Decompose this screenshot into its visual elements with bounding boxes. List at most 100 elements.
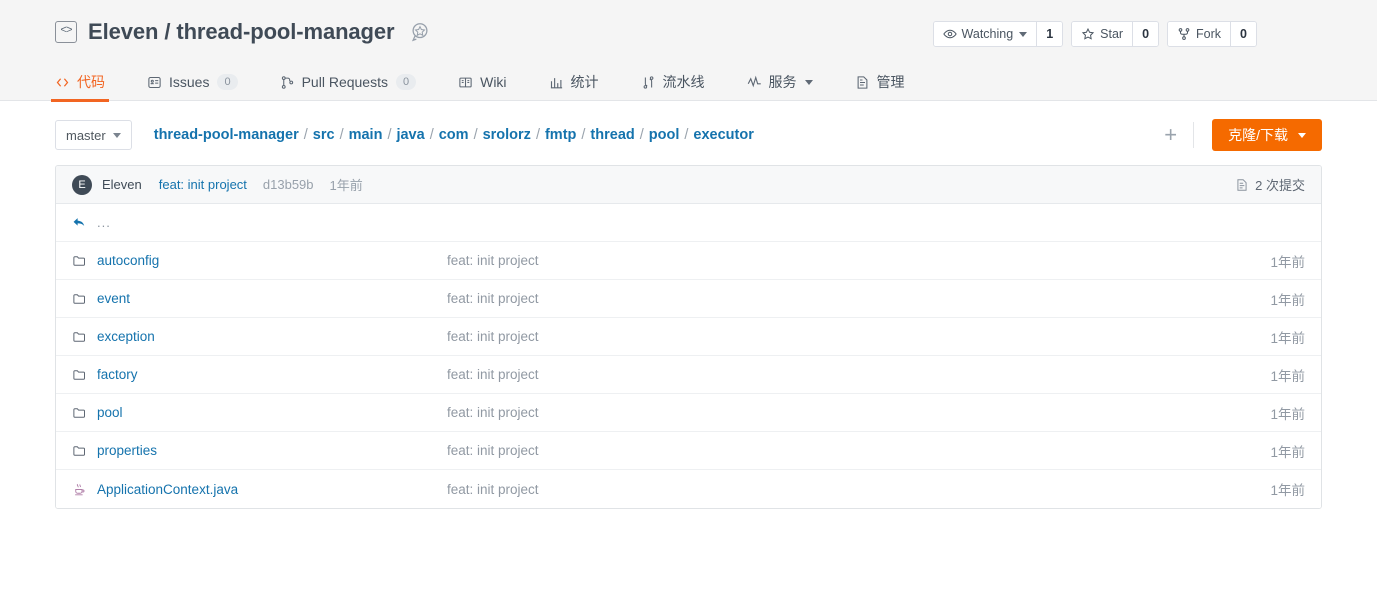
- tab-wiki[interactable]: Wiki: [458, 63, 507, 101]
- branch-selector-label: master: [66, 127, 106, 143]
- breadcrumb-item-4[interactable]: com: [439, 127, 469, 143]
- file-name-label: properties: [97, 443, 158, 458]
- tab-stats[interactable]: 统计: [549, 63, 599, 101]
- watch-button[interactable]: Watching: [933, 22, 1037, 46]
- table-row[interactable]: properties feat: init project 1年前: [56, 432, 1321, 470]
- folder-icon: [72, 253, 87, 268]
- file-commit-message: feat: init project: [447, 481, 539, 497]
- star-count[interactable]: 0: [1132, 22, 1159, 46]
- tab-stats-label: 统计: [570, 74, 599, 90]
- commit-message[interactable]: feat: init project: [159, 177, 247, 192]
- breadcrumb-item-3[interactable]: java: [396, 127, 424, 143]
- folder-icon: [72, 367, 87, 382]
- tab-pipeline[interactable]: 流水线: [641, 63, 705, 101]
- code-icon: [55, 75, 70, 90]
- table-row[interactable]: autoconfig feat: init project 1年前: [56, 242, 1321, 280]
- folder-icon: [72, 291, 87, 306]
- pulse-icon: [747, 75, 762, 90]
- breadcrumb-item-2[interactable]: main: [349, 127, 383, 143]
- breadcrumb-separator: /: [473, 127, 478, 143]
- table-row[interactable]: ApplicationContext.java feat: init proje…: [56, 470, 1321, 508]
- commit-count-label: 2 次提交: [1255, 178, 1305, 193]
- file-name-cell[interactable]: properties: [72, 443, 447, 458]
- breadcrumb-item-9[interactable]: executor: [693, 127, 753, 143]
- repo-tab-bar: 代码 Issues 0 Pull Requests 0 Wiki 统计 流水线 …: [0, 63, 1377, 102]
- chart-bar-icon: [549, 75, 564, 90]
- parent-directory-row[interactable]: ...: [56, 204, 1321, 242]
- clone-download-button[interactable]: 克隆/下载: [1212, 119, 1322, 151]
- tab-manage-label: 管理: [876, 74, 905, 90]
- chevron-down-icon: [804, 79, 813, 85]
- breadcrumb-item-1[interactable]: src: [313, 127, 335, 143]
- eye-icon: [942, 29, 957, 39]
- fork-icon: [1178, 28, 1190, 40]
- star-button[interactable]: Star: [1072, 22, 1133, 46]
- file-commit-message: feat: init project: [447, 329, 539, 344]
- commit-author[interactable]: Eleven: [102, 177, 142, 192]
- file-name-cell[interactable]: event: [72, 291, 447, 306]
- file-name-label: exception: [97, 329, 155, 344]
- breadcrumb-separator: /: [339, 127, 344, 143]
- commit-count-link[interactable]: 2 次提交: [1235, 175, 1305, 194]
- file-commit-time: 1年前: [1270, 444, 1305, 460]
- latest-commit-bar: E Eleven feat: init project d13b59b 1年前 …: [56, 166, 1321, 204]
- tab-issues[interactable]: Issues 0: [147, 63, 238, 101]
- fork-count[interactable]: 0: [1230, 22, 1256, 46]
- fork-button-group[interactable]: Fork 0: [1167, 21, 1257, 47]
- file-name-label: autoconfig: [97, 253, 160, 268]
- chevron-down-icon: [1019, 31, 1028, 37]
- file-commit-time: 1年前: [1270, 254, 1305, 270]
- breadcrumb-separator: /: [684, 127, 689, 143]
- tab-pipeline-label: 流水线: [662, 74, 705, 90]
- watch-count[interactable]: 1: [1036, 22, 1063, 46]
- file-name-cell[interactable]: ApplicationContext.java: [72, 482, 447, 497]
- commit-sha[interactable]: d13b59b: [263, 177, 314, 192]
- star-label: Star: [1100, 27, 1124, 41]
- folder-icon: [72, 405, 87, 420]
- file-commit-message: feat: init project: [447, 367, 539, 382]
- tab-pull-requests-label: Pull Requests: [301, 74, 388, 90]
- folder-icon: [72, 329, 87, 344]
- breadcrumb: thread-pool-manager / src / main / java / com / sr…: [154, 127, 754, 143]
- add-file-button[interactable]: +: [1148, 124, 1193, 146]
- code-brackets-icon: <>: [55, 20, 77, 43]
- file-commit-time: 1年前: [1270, 406, 1305, 422]
- parent-directory-link[interactable]: ...: [72, 215, 447, 230]
- breadcrumb-item-7[interactable]: thread: [590, 127, 634, 143]
- breadcrumb-item-5[interactable]: srolorz: [483, 127, 531, 143]
- page-title[interactable]: Eleven / thread-pool-manager: [88, 19, 395, 45]
- breadcrumb-item-0[interactable]: thread-pool-manager: [154, 127, 299, 143]
- folder-icon: [72, 443, 87, 458]
- table-row[interactable]: event feat: init project 1年前: [56, 280, 1321, 318]
- file-name-cell[interactable]: exception: [72, 329, 447, 344]
- tab-pull-requests[interactable]: Pull Requests 0: [280, 63, 417, 101]
- watch-label: Watching: [961, 27, 1014, 41]
- file-name-cell[interactable]: factory: [72, 367, 447, 382]
- star-button-group[interactable]: Star 0: [1071, 21, 1160, 47]
- file-name-label: factory: [97, 367, 138, 382]
- watch-button-group[interactable]: Watching 1: [932, 21, 1064, 47]
- tab-code[interactable]: 代码: [51, 63, 109, 102]
- table-row[interactable]: factory feat: init project 1年前: [56, 356, 1321, 394]
- file-name-cell[interactable]: autoconfig: [72, 253, 447, 268]
- fork-button[interactable]: Fork: [1168, 22, 1231, 46]
- award-star-icon[interactable]: [409, 21, 431, 43]
- tab-manage[interactable]: 管理: [855, 63, 905, 101]
- branch-selector[interactable]: master: [55, 120, 132, 150]
- repo-header: <> Eleven / thread-pool-manager Watching…: [0, 0, 1377, 63]
- tab-service-label: 服务: [768, 74, 797, 90]
- file-name-label: ApplicationContext.java: [97, 481, 239, 497]
- breadcrumb-item-8[interactable]: pool: [649, 127, 680, 143]
- parent-directory-label: ...: [97, 215, 111, 230]
- breadcrumb-separator: /: [387, 127, 392, 143]
- file-commit-time: 1年前: [1270, 330, 1305, 346]
- commit-time: 1年前: [329, 178, 363, 193]
- issue-icon: [147, 75, 162, 90]
- file-name-cell[interactable]: pool: [72, 405, 447, 420]
- table-row[interactable]: pool feat: init project 1年前: [56, 394, 1321, 432]
- chevron-down-icon: [112, 132, 121, 138]
- breadcrumb-item-6[interactable]: fmtp: [545, 127, 576, 143]
- table-row[interactable]: exception feat: init project 1年前: [56, 318, 1321, 356]
- tab-service[interactable]: 服务: [747, 63, 813, 101]
- avatar[interactable]: E: [72, 174, 92, 195]
